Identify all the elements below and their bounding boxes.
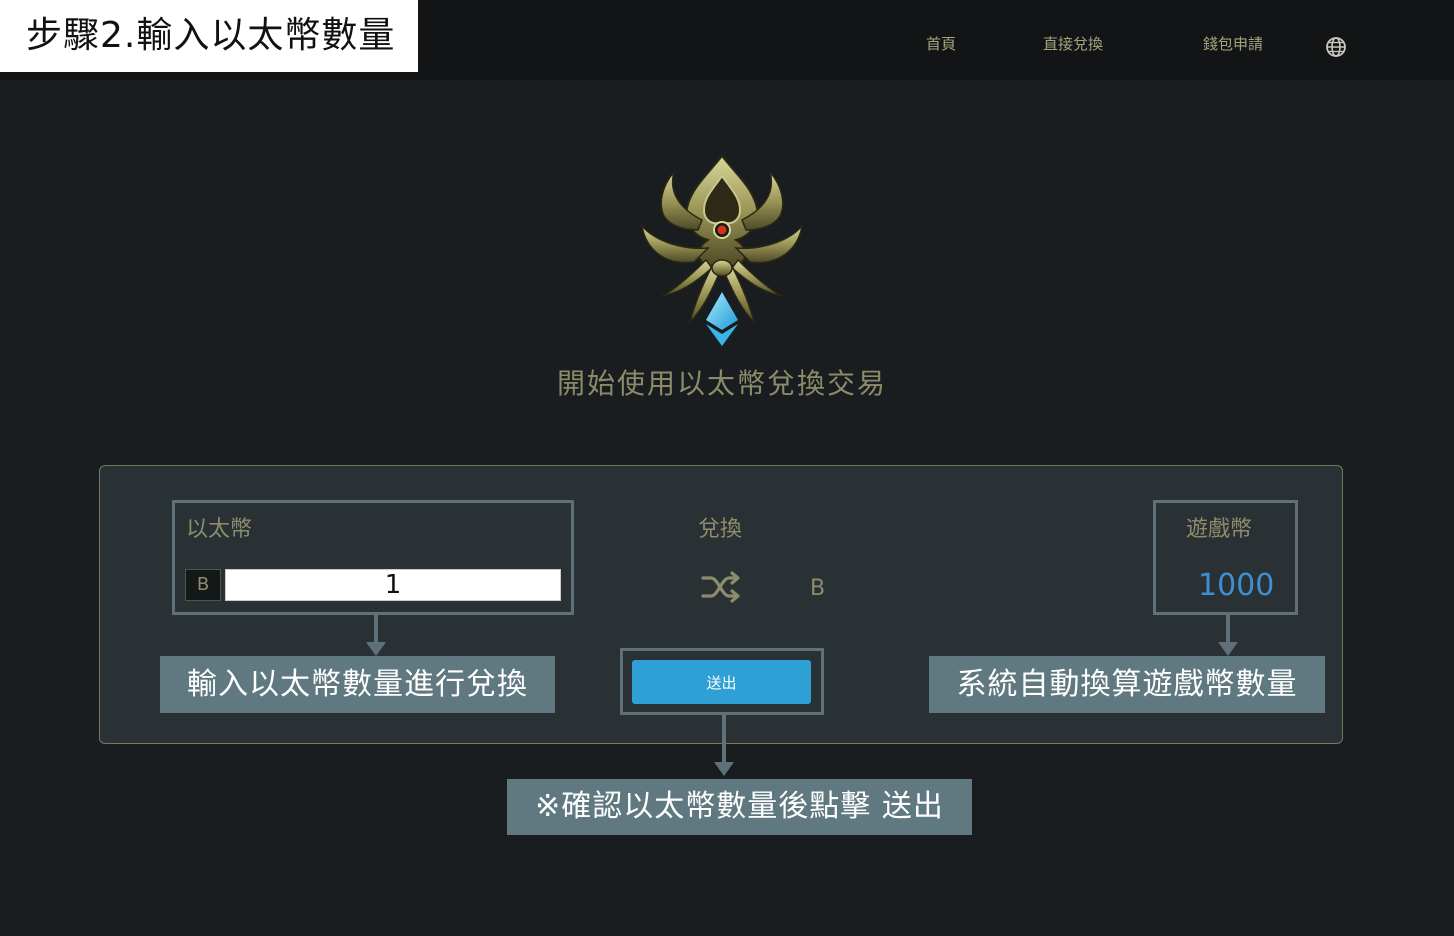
eth-label: 以太幣: [186, 517, 253, 542]
nav-direct-exchange-link[interactable]: 直接兌換: [1043, 33, 1103, 54]
game-coin-value: 1000: [1198, 568, 1275, 603]
submit-button[interactable]: 送出: [632, 660, 811, 704]
page-title: 開始使用以太幣兌換交易: [556, 367, 887, 400]
auto-convert-callout: 系統自動換算遊戲幣數量: [929, 656, 1325, 713]
arrow-down-icon: [714, 714, 734, 776]
confirm-submit-callout: ※確認以太幣數量後點擊 送出: [507, 779, 972, 835]
arrow-down-icon: [1218, 614, 1238, 656]
spider-ethereum-logo: [640, 154, 804, 346]
input-instruction-callout: 輸入以太幣數量進行兌換: [160, 656, 555, 713]
eth-currency-tag: B: [185, 569, 221, 601]
step-banner: 步驟2.輸入以太幣數量: [0, 0, 418, 72]
nav-wallet-apply-link[interactable]: 錢包申請: [1203, 33, 1263, 54]
eth-amount-input[interactable]: [225, 569, 561, 601]
game-coin-label: 遊戲幣: [1186, 517, 1253, 542]
arrow-down-icon: [366, 614, 386, 656]
exchange-currency-mark: B: [810, 576, 826, 601]
nav-home-link[interactable]: 首頁: [926, 33, 956, 54]
globe-icon[interactable]: [1325, 36, 1347, 58]
exchange-label: 兌換: [698, 517, 743, 542]
shuffle-exchange-icon: [701, 571, 740, 603]
